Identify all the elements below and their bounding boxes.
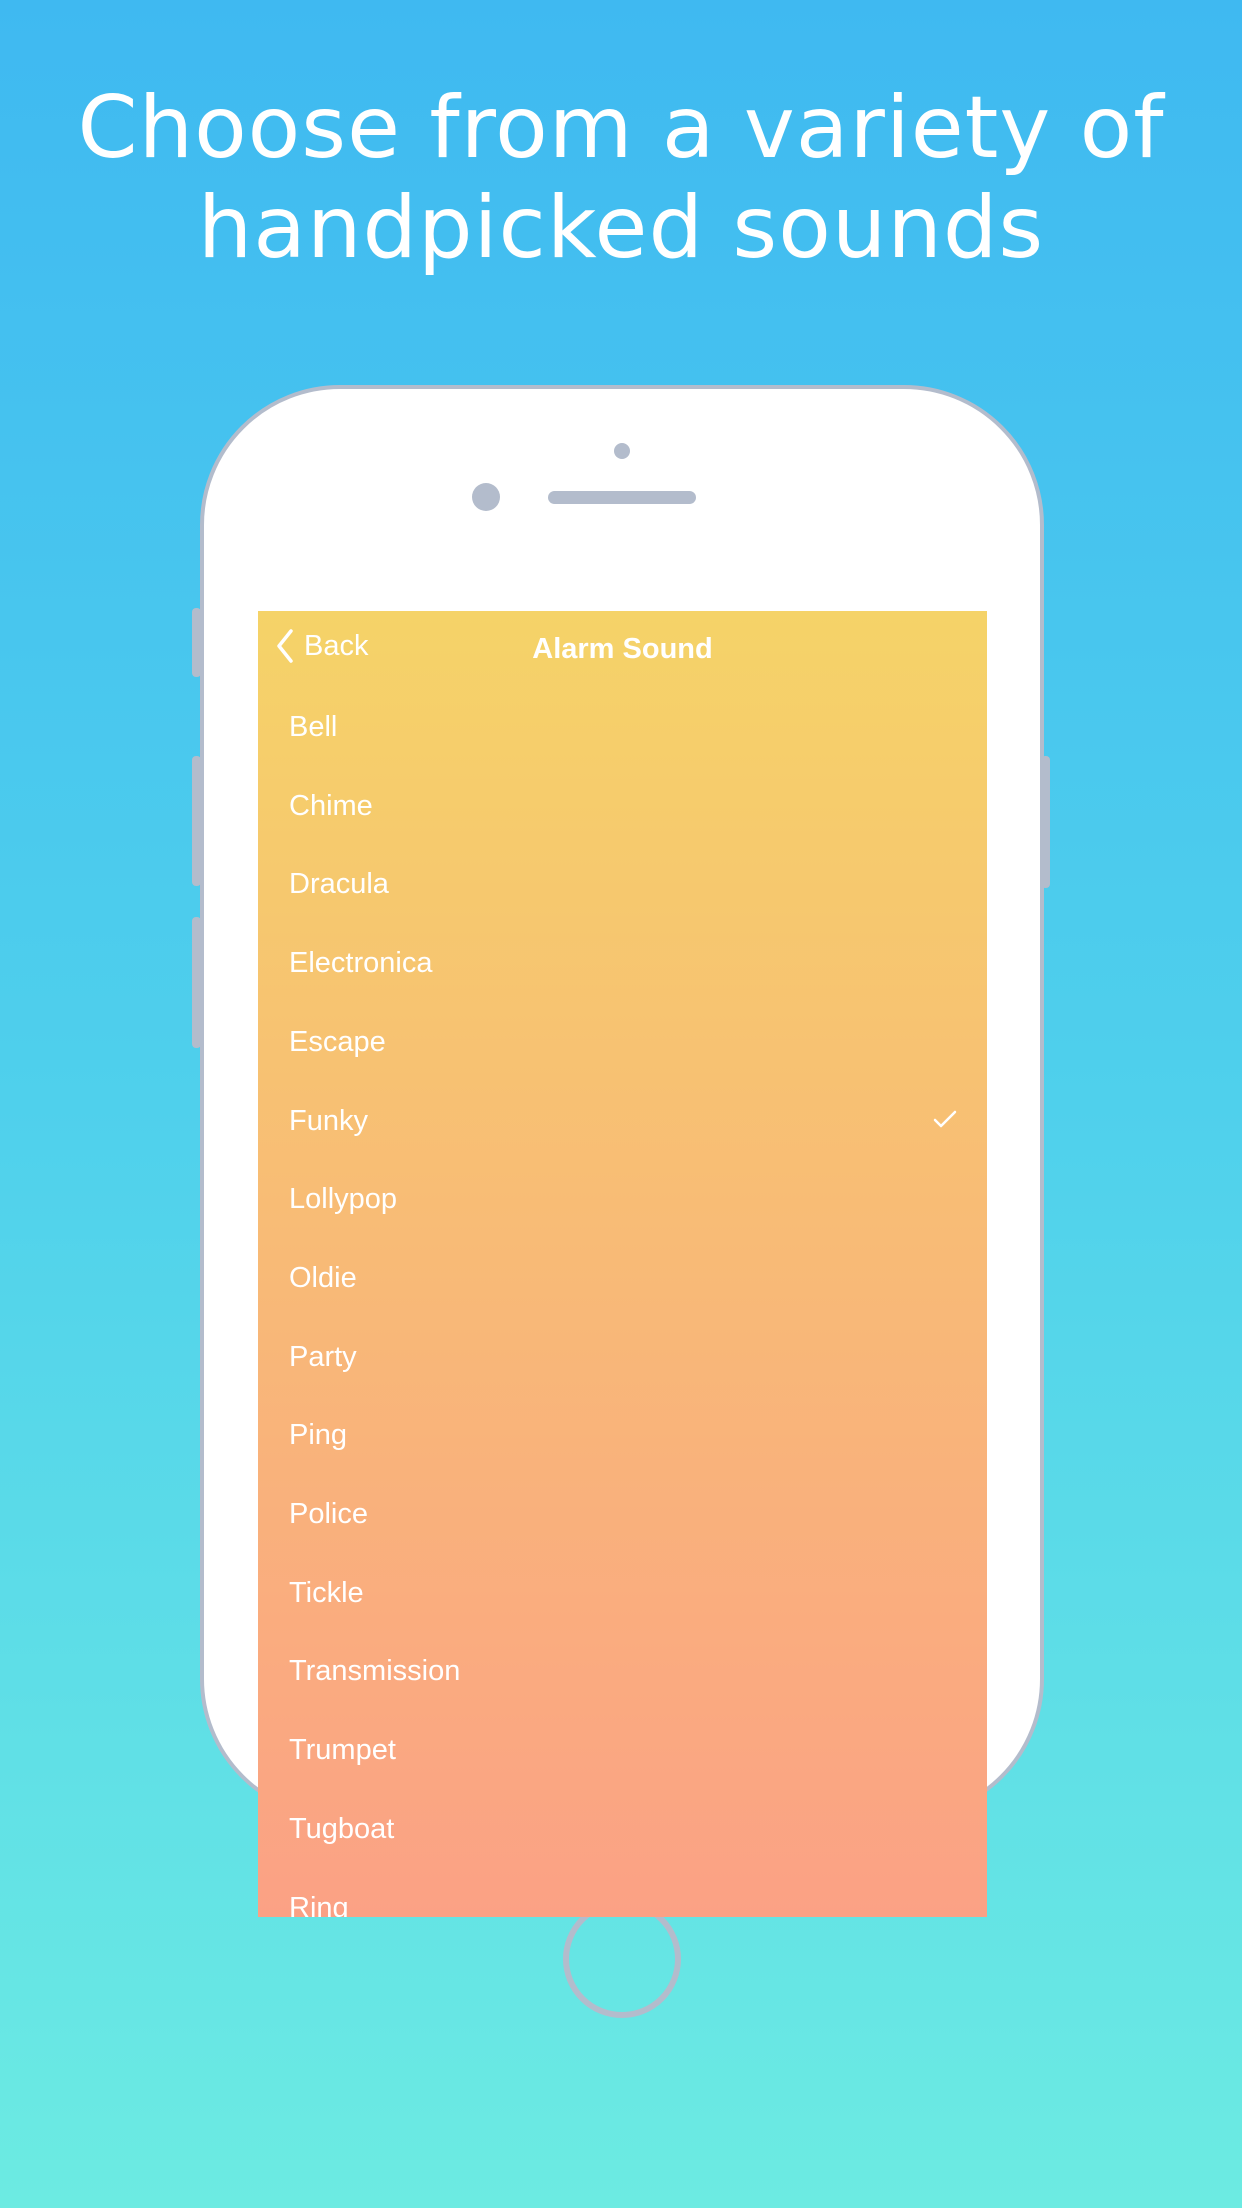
navigation-bar: Back Alarm Sound: [258, 611, 987, 687]
sound-option-tugboat[interactable]: Tugboat: [258, 1791, 987, 1870]
sound-option-transmission[interactable]: Transmission: [258, 1633, 987, 1712]
checkmark-icon: [933, 1110, 957, 1127]
sound-option-escape[interactable]: Escape: [258, 1004, 987, 1083]
sound-label: Transmission: [289, 1655, 461, 1688]
sound-label: Funky: [289, 1104, 368, 1137]
sound-label: Oldie: [289, 1261, 357, 1294]
earpiece-speaker: [548, 491, 696, 504]
sound-label: Chime: [289, 789, 373, 822]
sound-option-dracula[interactable]: Dracula: [258, 846, 987, 925]
sound-label: Tugboat: [289, 1812, 395, 1845]
sound-label: Lollypop: [289, 1183, 398, 1216]
headline-line-2: handpicked sounds: [197, 178, 1045, 278]
app-screen: Back Alarm Sound Bell Chime Dracula Electro…: [258, 611, 987, 1917]
sound-label: Trumpet: [289, 1734, 396, 1767]
sound-option-bell[interactable]: Bell: [258, 689, 987, 768]
sound-option-trumpet[interactable]: Trumpet: [258, 1712, 987, 1791]
sound-option-funky[interactable]: Funky: [258, 1083, 987, 1162]
sound-label: Bell: [289, 711, 338, 743]
headline: Choose from a variety of handpicked soun…: [0, 78, 1242, 278]
sound-option-tickle[interactable]: Tickle: [258, 1555, 987, 1634]
sound-option-police[interactable]: Police: [258, 1476, 987, 1555]
sound-label: Escape: [289, 1025, 386, 1058]
sound-label: Dracula: [289, 868, 389, 901]
sound-option-chime[interactable]: Chime: [258, 768, 987, 847]
home-button: [563, 1900, 681, 2018]
sound-label: Party: [289, 1340, 357, 1373]
sound-label: Electronica: [289, 947, 433, 980]
sound-option-electronica[interactable]: Electronica: [258, 925, 987, 1004]
sound-option-oldie[interactable]: Oldie: [258, 1240, 987, 1319]
sound-option-party[interactable]: Party: [258, 1319, 987, 1398]
sound-label: Ping: [289, 1419, 348, 1452]
sound-option-ping[interactable]: Ping: [258, 1397, 987, 1476]
sound-label: Ring: [289, 1891, 349, 1918]
proximity-sensor: [614, 443, 630, 459]
sound-label: Tickle: [289, 1576, 364, 1609]
sound-option-ring[interactable]: Ring: [258, 1870, 987, 1918]
front-camera: [472, 483, 500, 511]
sound-label: Police: [289, 1498, 368, 1530]
page-title: Alarm Sound: [532, 633, 713, 665]
headline-line-1: Choose from a variety of: [77, 78, 1165, 178]
sound-option-lollypop[interactable]: Lollypop: [258, 1161, 987, 1240]
